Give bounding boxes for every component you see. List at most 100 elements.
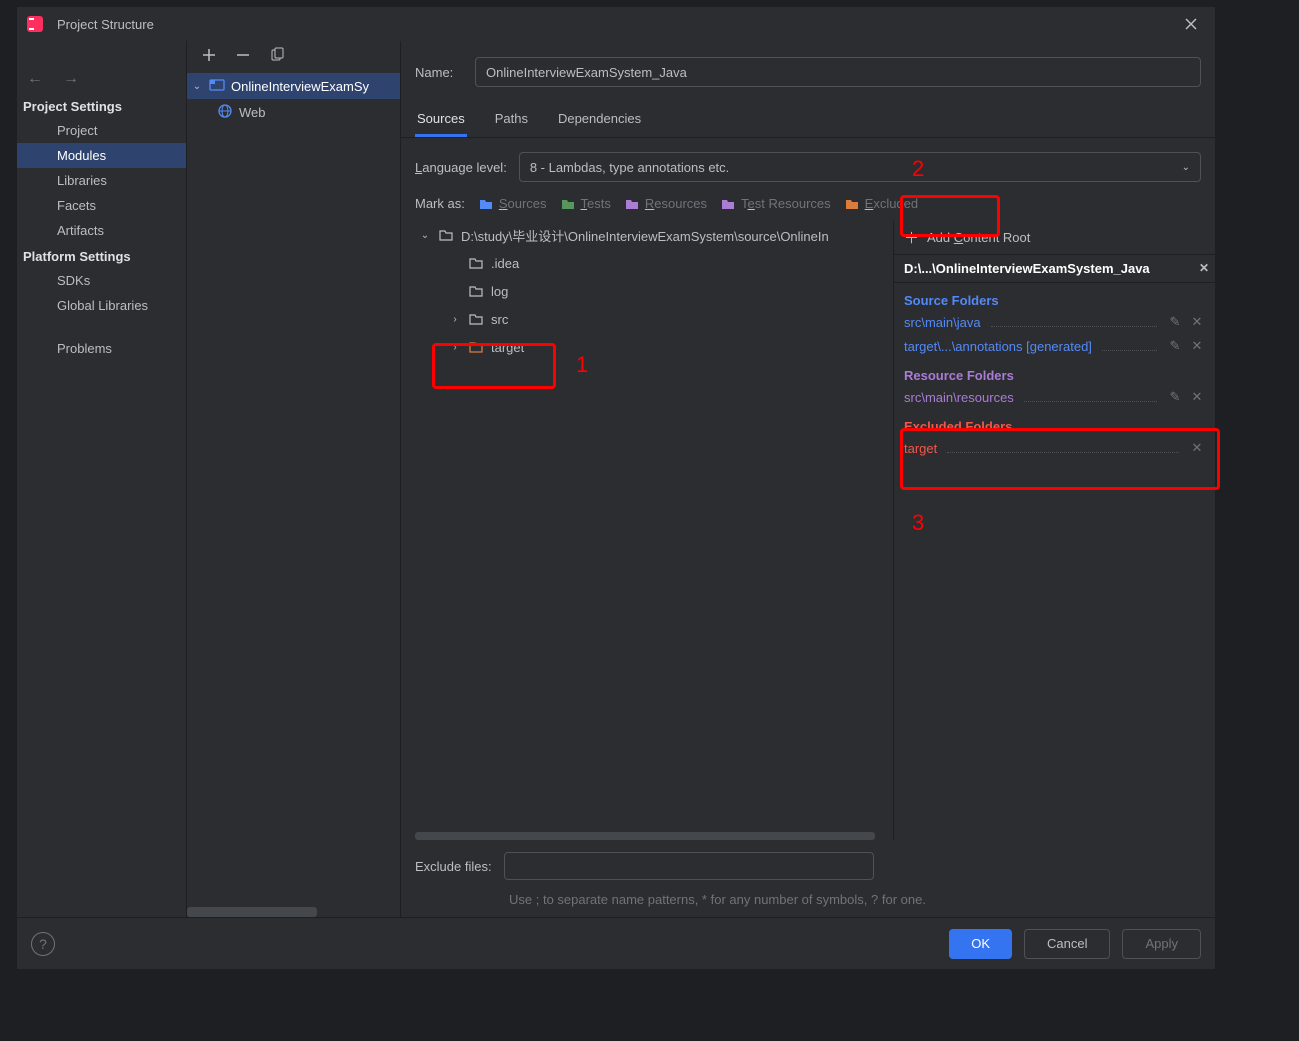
folder-src[interactable]: › src <box>415 305 893 333</box>
pencil-icon[interactable]: ✎ <box>1167 389 1183 405</box>
name-row: Name: <box>401 41 1215 87</box>
titlebar: Project Structure <box>17 7 1215 41</box>
plus-icon: ＋ <box>904 227 919 248</box>
nav-project[interactable]: Project <box>17 118 186 143</box>
ok-button[interactable]: OK <box>949 929 1012 959</box>
resource-folders-label: Resource Folders <box>894 358 1215 385</box>
nav-artifacts[interactable]: Artifacts <box>17 218 186 243</box>
exclude-files-label: Exclude files: <box>415 859 492 874</box>
left-gutter <box>0 0 16 1041</box>
name-input[interactable] <box>475 57 1201 87</box>
mark-as-label: Mark as: <box>415 196 465 211</box>
mark-as-row: Mark as: Sources Tests Resources Test Re… <box>401 182 1215 211</box>
back-icon[interactable]: ← <box>27 70 43 88</box>
excluded-folders-label: Excluded Folders <box>894 409 1215 436</box>
nav-problems[interactable]: Problems <box>17 336 186 361</box>
close-button[interactable] <box>1177 10 1205 38</box>
source-folder-java[interactable]: src\main\java ✎ ✕ <box>894 310 1215 334</box>
module-row-root[interactable]: ⌄ OnlineInterviewExamSy <box>187 73 400 99</box>
folder-icon-excluded <box>469 340 483 354</box>
h-scrollbar[interactable] <box>415 832 875 840</box>
resource-folder[interactable]: src\main\resources ✎ ✕ <box>894 385 1215 409</box>
module-web-label: Web <box>239 105 266 120</box>
expand-icon[interactable]: ⌄ <box>191 81 203 92</box>
folder-root-label: D:\study\毕业设计\OnlineInterviewExamSystem\… <box>461 226 829 245</box>
add-icon[interactable] <box>201 47 217 63</box>
platform-settings-label: Platform Settings <box>17 243 186 268</box>
folder-idea-label: .idea <box>491 256 519 271</box>
folder-tree: ⌄ D:\study\毕业设计\OnlineInterviewExamSyste… <box>401 221 893 840</box>
mark-excluded[interactable]: Excluded <box>845 196 918 211</box>
exclude-files-row: Exclude files: <box>401 840 1215 892</box>
source-folder-annotations[interactable]: target\...\annotations [generated] ✎ ✕ <box>894 334 1215 358</box>
folder-area: ⌄ D:\study\毕业设计\OnlineInterviewExamSyste… <box>401 221 1215 840</box>
modules-panel: ⌄ OnlineInterviewExamSy Web <box>187 41 401 917</box>
cancel-button[interactable]: Cancel <box>1024 929 1110 959</box>
remove-icon[interactable]: ✕ <box>1189 338 1205 354</box>
close-icon[interactable]: ✕ <box>1199 261 1209 275</box>
folder-root[interactable]: ⌄ D:\study\毕业设计\OnlineInterviewExamSyste… <box>415 221 893 249</box>
web-icon <box>217 103 233 122</box>
content-root-panel: ＋ Add Content Root Add Content Root D:\.… <box>893 221 1215 840</box>
folder-icon <box>469 312 483 326</box>
folder-idea[interactable]: .idea <box>415 249 893 277</box>
lang-label: LLanguage level:anguage level: <box>415 160 507 175</box>
modules-toolbar <box>187 41 400 69</box>
language-level-row: LLanguage level:anguage level: 8 - Lambd… <box>401 138 1215 182</box>
remove-icon[interactable]: ✕ <box>1189 440 1205 456</box>
exclude-files-input[interactable] <box>504 852 874 880</box>
remove-icon[interactable]: ✕ <box>1189 314 1205 330</box>
apply-button[interactable]: Apply <box>1122 929 1201 959</box>
footer: ? OK Cancel Apply <box>17 917 1215 969</box>
project-structure-dialog: Project Structure ← → Project Settings P… <box>16 6 1216 970</box>
forward-icon[interactable]: → <box>63 70 79 88</box>
caret-right-icon[interactable]: › <box>449 314 461 325</box>
modules-tree: ⌄ OnlineInterviewExamSy Web <box>187 69 400 917</box>
tab-sources[interactable]: Sources <box>415 105 467 137</box>
pencil-icon[interactable]: ✎ <box>1167 338 1183 354</box>
folder-target[interactable]: › target <box>415 333 893 361</box>
pencil-icon[interactable]: ✎ <box>1167 314 1183 330</box>
nav-arrows: ← → <box>17 65 186 93</box>
mark-test-resources[interactable]: Test Resources <box>721 196 831 211</box>
lang-select[interactable]: 8 - Lambdas, type annotations etc. ⌄ <box>519 152 1201 182</box>
remove-icon[interactable] <box>235 47 251 63</box>
remove-icon[interactable]: ✕ <box>1189 389 1205 405</box>
module-label: OnlineInterviewExamSy <box>231 79 369 94</box>
window-title: Project Structure <box>57 17 1177 32</box>
folder-log-label: log <box>491 284 508 299</box>
nav-sdks[interactable]: SDKs <box>17 268 186 293</box>
tab-dependencies[interactable]: Dependencies <box>556 105 643 137</box>
module-icon <box>209 77 225 96</box>
copy-icon[interactable] <box>269 47 285 63</box>
excluded-folder-target[interactable]: target ✕ <box>894 436 1215 460</box>
folder-icon <box>469 284 483 298</box>
caret-right-icon[interactable]: › <box>449 342 461 353</box>
app-icon <box>27 16 43 32</box>
lang-value: 8 - Lambdas, type annotations etc. <box>530 160 729 175</box>
caret-down-icon[interactable]: ⌄ <box>419 230 431 241</box>
tabs: Sources Paths Dependencies <box>401 105 1215 138</box>
module-row-web[interactable]: Web <box>187 99 400 125</box>
mark-tests[interactable]: Tests <box>561 196 611 211</box>
nav-libraries[interactable]: Libraries <box>17 168 186 193</box>
exclude-hint: Use ; to separate name patterns, * for a… <box>401 892 1215 917</box>
main-panel: Name: Sources Paths Dependencies LLangua… <box>401 41 1215 917</box>
name-label: Name: <box>415 65 463 80</box>
mark-sources[interactable]: Sources <box>479 196 547 211</box>
folder-icon <box>439 228 453 242</box>
tab-paths[interactable]: Paths <box>493 105 530 137</box>
content-root-path[interactable]: D:\...\OnlineInterviewExamSystem_Java ✕ <box>894 255 1215 283</box>
nav-modules[interactable]: Modules <box>17 143 186 168</box>
mark-resources[interactable]: Resources <box>625 196 707 211</box>
scrollbar[interactable] <box>187 907 317 917</box>
folder-src-label: src <box>491 312 508 327</box>
folder-log[interactable]: log <box>415 277 893 305</box>
nav-facets[interactable]: Facets <box>17 193 186 218</box>
project-settings-label: Project Settings <box>17 93 186 118</box>
sidebar: ← → Project Settings Project Modules Lib… <box>17 41 187 917</box>
help-icon[interactable]: ? <box>31 932 55 956</box>
nav-global-libraries[interactable]: Global Libraries <box>17 293 186 318</box>
folder-icon <box>469 256 483 270</box>
add-content-root[interactable]: ＋ Add Content Root Add Content Root <box>894 221 1215 255</box>
